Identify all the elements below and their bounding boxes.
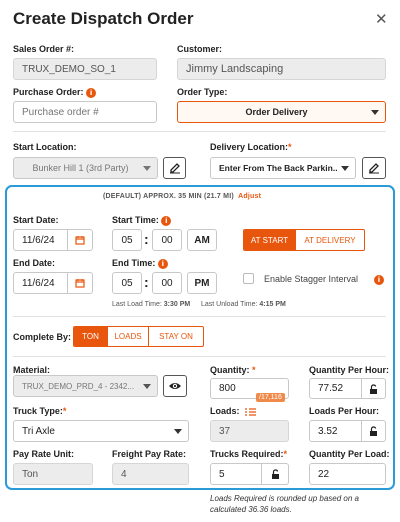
at-delivery-option[interactable]: AT DELIVERY [296, 230, 364, 250]
divider [13, 131, 386, 132]
truck-type-select[interactable]: Tri Axle [13, 420, 189, 442]
stay-on-option[interactable]: STAY ON [149, 327, 203, 346]
order-type-label: Order Type: [177, 87, 228, 97]
edit-delivery-location-button[interactable] [362, 157, 386, 179]
quantity-per-hour-label: Quantity Per Hour: [309, 365, 390, 375]
end-ampm-toggle[interactable]: PM [187, 272, 217, 294]
eye-icon [169, 383, 181, 389]
divider [13, 316, 386, 317]
end-date-input[interactable]: 11/6/24 [13, 272, 68, 294]
end-hour-input[interactable]: 05 [112, 272, 142, 294]
end-date-label: End Date: [13, 258, 56, 268]
delivery-location-select[interactable]: Enter From The Back Parkin... [210, 157, 356, 179]
start-location-value: Bunker Hill 1 (3rd Party) [32, 163, 129, 173]
unlock-icon [271, 469, 279, 479]
sales-order-label: Sales Order #: [13, 44, 75, 54]
loads-per-hour-lock-button[interactable] [362, 420, 386, 442]
start-ampm-toggle[interactable]: AM [187, 229, 217, 251]
complete-by-label: Complete By: [13, 332, 72, 342]
quantity-remaining-badge: /17,116 [256, 393, 285, 402]
truck-type-value: Tri Axle [22, 425, 55, 437]
customer-field: Jimmy Landscaping [177, 58, 386, 80]
material-value: TRUX_DEMO_PRD_4 - 2342... [22, 381, 135, 391]
end-time-label: End Time: i [112, 258, 168, 269]
order-type-select[interactable]: Order Delivery [177, 101, 386, 123]
trucks-required-label: Trucks Required:* [210, 449, 288, 459]
ton-option[interactable]: TON [74, 327, 108, 346]
start-hour-input[interactable]: 05 [112, 229, 142, 251]
info-icon: i [86, 87, 97, 98]
start-date-label: Start Date: [13, 215, 59, 225]
time-separator: : [144, 274, 149, 290]
delivery-location-label: Delivery Location:* [210, 142, 292, 152]
material-label: Material: [13, 365, 51, 375]
stagger-checkbox[interactable] [243, 273, 254, 284]
divider [13, 356, 386, 357]
chevron-down-icon [143, 165, 151, 171]
start-location-select[interactable]: Bunker Hill 1 (3rd Party) [13, 157, 158, 179]
customer-label: Customer: [177, 44, 223, 54]
freight-pay-rate-field: 4 [112, 463, 189, 485]
delivery-location-value: Enter From The Back Parkin... [219, 163, 337, 173]
pay-rate-unit-field: Ton [13, 463, 93, 485]
edit-icon [369, 163, 379, 174]
start-minute-input[interactable]: 00 [152, 229, 182, 251]
chevron-down-icon [143, 383, 151, 389]
last-load-time: Last Load Time: 3:30 PM [112, 301, 191, 308]
end-date-picker-button[interactable] [68, 272, 93, 294]
order-type-value: Order Delivery [245, 107, 308, 117]
quantity-per-load-input[interactable]: 22 [309, 463, 386, 485]
unlock-icon [370, 426, 377, 436]
edit-start-location-button[interactable] [163, 157, 186, 179]
route-summary: (DEFAULT) APPROX. 35 MIN (21.7 MI) Adjus… [103, 193, 262, 200]
freight-pay-rate-label: Freight Pay Rate: [112, 449, 187, 459]
quantity-per-hour-lock-button[interactable] [362, 378, 386, 399]
start-date-picker-button[interactable] [68, 229, 93, 251]
end-minute-input[interactable]: 00 [152, 272, 182, 294]
at-start-option[interactable]: AT START [244, 230, 296, 250]
unlock-icon [370, 383, 377, 394]
start-date-input[interactable]: 11/6/24 [13, 229, 68, 251]
material-select[interactable]: TRUX_DEMO_PRD_4 - 2342... [13, 375, 158, 397]
close-icon[interactable]: ✕ [375, 10, 388, 28]
trucks-required-input[interactable]: 5 [210, 463, 262, 485]
adjust-link[interactable]: Adjust [238, 193, 261, 200]
start-location-label: Start Location: [13, 142, 77, 152]
loads-option[interactable]: LOADS [108, 327, 149, 346]
info-icon: i [161, 215, 172, 226]
edit-icon [169, 163, 180, 174]
time-separator: : [144, 231, 149, 247]
truck-type-label: Truck Type:* [13, 406, 67, 416]
sales-order-field: TRUX_DEMO_SO_1 [13, 58, 157, 80]
calendar-icon [75, 279, 85, 288]
list-icon [245, 407, 257, 416]
purchase-order-input[interactable] [13, 101, 157, 123]
chevron-down-icon [371, 109, 379, 115]
quantity-per-load-label: Quantity Per Load: [309, 449, 390, 459]
info-icon: i [374, 275, 384, 285]
purchase-order-label: Purchase Order: i [13, 87, 97, 98]
last-unload-time: Last Unload Time: 4:15 PM [201, 301, 286, 308]
loads-per-hour-label: Loads Per Hour: [309, 406, 380, 416]
calendar-icon [75, 236, 85, 245]
stagger-label: Enable Stagger Interval [264, 274, 359, 284]
quantity-per-hour-input[interactable]: 77.52 [309, 378, 362, 399]
loads-per-hour-input[interactable]: 3.52 [309, 420, 362, 442]
info-icon: i [157, 258, 168, 269]
trucks-required-lock-button[interactable] [262, 463, 289, 485]
loads-footnote: Loads Required is rounded up based on a … [210, 494, 359, 514]
quantity-label: Quantity: * [210, 365, 256, 375]
chevron-down-icon [341, 165, 349, 171]
chevron-down-icon [174, 428, 182, 434]
loads-field: 37 [210, 420, 289, 442]
timing-toggle: AT START AT DELIVERY [243, 229, 365, 251]
loads-label: Loads: [210, 406, 257, 416]
pay-rate-unit-label: Pay Rate Unit: [13, 449, 75, 459]
view-material-button[interactable] [163, 375, 187, 397]
start-time-label: Start Time: i [112, 215, 172, 226]
dialog-title: Create Dispatch Order [13, 9, 194, 28]
complete-by-toggle: TON LOADS STAY ON [73, 326, 204, 347]
